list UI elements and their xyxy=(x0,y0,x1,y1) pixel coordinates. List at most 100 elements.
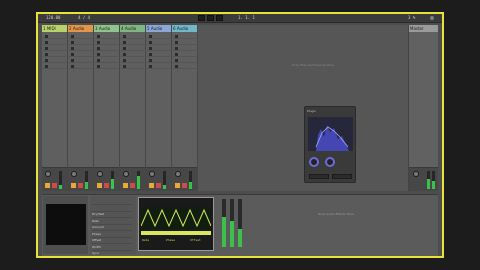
arm-button[interactable] xyxy=(104,183,109,188)
device-param-row[interactable]: Amount xyxy=(92,213,132,229)
track-name[interactable]: 1 MIDI xyxy=(42,25,67,32)
instrument-device[interactable] xyxy=(43,196,88,254)
lfo-device[interactable]: Rate Phase Offset xyxy=(138,197,214,251)
master-volume-knob[interactable] xyxy=(413,171,419,177)
clip-launch-icon[interactable] xyxy=(175,65,178,68)
clip-launch-icon[interactable] xyxy=(149,59,152,62)
clip-slot[interactable] xyxy=(121,64,144,69)
clip-launch-icon[interactable] xyxy=(149,35,152,38)
clip-slot[interactable] xyxy=(95,52,118,57)
arm-button[interactable] xyxy=(78,183,83,188)
plugin-knob-2[interactable] xyxy=(325,157,335,167)
clip-slot[interactable] xyxy=(43,46,66,51)
plugin-param-field-2[interactable] xyxy=(332,174,352,179)
clip-slot[interactable] xyxy=(43,58,66,63)
clip-slot[interactable] xyxy=(173,46,196,51)
clip-launch-icon[interactable] xyxy=(175,41,178,44)
clip-launch-icon[interactable] xyxy=(45,41,48,44)
clip-slot[interactable] xyxy=(173,40,196,45)
plugin-knob[interactable] xyxy=(309,157,319,167)
clip-launch-icon[interactable] xyxy=(175,59,178,62)
clip-slot[interactable] xyxy=(69,46,92,51)
clip-slot[interactable] xyxy=(95,46,118,51)
arm-button[interactable] xyxy=(52,183,57,188)
clip-slot[interactable] xyxy=(69,40,92,45)
pan-knob[interactable] xyxy=(97,171,103,177)
clip-slot[interactable] xyxy=(173,52,196,57)
arm-button[interactable] xyxy=(130,183,135,188)
clip-slot[interactable] xyxy=(147,52,170,57)
solo-button[interactable] xyxy=(97,183,102,188)
clip-slot[interactable] xyxy=(173,58,196,63)
solo-button[interactable] xyxy=(45,183,50,188)
clip-slot[interactable] xyxy=(147,46,170,51)
clip-launch-icon[interactable] xyxy=(45,53,48,56)
pan-knob[interactable] xyxy=(149,171,155,177)
clip-launch-icon[interactable] xyxy=(71,59,74,62)
clip-slot[interactable] xyxy=(173,34,196,39)
clip-slot[interactable] xyxy=(173,64,196,69)
device-param-row[interactable]: Rate xyxy=(92,207,132,223)
clip-slot[interactable] xyxy=(121,40,144,45)
clip-launch-icon[interactable] xyxy=(123,53,126,56)
arm-button[interactable] xyxy=(156,183,161,188)
arm-button[interactable] xyxy=(182,183,187,188)
clip-launch-icon[interactable] xyxy=(97,41,100,44)
clip-launch-icon[interactable] xyxy=(45,59,48,62)
solo-button[interactable] xyxy=(71,183,76,188)
clip-slot[interactable] xyxy=(147,34,170,39)
clip-launch-icon[interactable] xyxy=(123,41,126,44)
solo-button[interactable] xyxy=(175,183,180,188)
pan-knob[interactable] xyxy=(175,171,181,177)
device-param-row[interactable]: Width xyxy=(92,233,132,249)
clip-slot[interactable] xyxy=(43,34,66,39)
track-name[interactable]: 4 Audio xyxy=(120,25,145,32)
plugin-window[interactable]: Plugin xyxy=(304,106,356,183)
clip-launch-icon[interactable] xyxy=(97,59,100,62)
device-param-row[interactable]: Hold xyxy=(92,246,132,251)
clip-launch-icon[interactable] xyxy=(97,53,100,56)
pan-knob[interactable] xyxy=(45,171,51,177)
clip-slot[interactable] xyxy=(121,34,144,39)
track-name[interactable]: 2 Audio xyxy=(68,25,93,32)
clip-launch-icon[interactable] xyxy=(175,35,178,38)
clip-launch-icon[interactable] xyxy=(149,53,152,56)
clip-slot[interactable] xyxy=(147,58,170,63)
clip-slot[interactable] xyxy=(43,52,66,57)
device-param-row[interactable]: Offset xyxy=(92,226,132,242)
tempo-display[interactable]: 120.00 xyxy=(46,15,60,20)
clip-slot[interactable] xyxy=(121,58,144,63)
clip-launch-icon[interactable] xyxy=(97,35,100,38)
clip-launch-icon[interactable] xyxy=(175,47,178,50)
clip-slot[interactable] xyxy=(147,40,170,45)
clip-slot[interactable] xyxy=(95,34,118,39)
song-position[interactable]: 1. 1. 1 xyxy=(238,15,255,20)
clip-launch-icon[interactable] xyxy=(71,47,74,50)
time-signature[interactable]: 4 / 4 xyxy=(78,15,90,20)
play-button[interactable] xyxy=(198,15,205,21)
track-name[interactable]: 6 Audio xyxy=(172,25,197,32)
pan-knob[interactable] xyxy=(71,171,77,177)
clip-slot[interactable] xyxy=(121,46,144,51)
clip-launch-icon[interactable] xyxy=(97,65,100,68)
clip-launch-icon[interactable] xyxy=(149,65,152,68)
clip-launch-icon[interactable] xyxy=(45,47,48,50)
plugin-param-field[interactable] xyxy=(309,174,329,179)
clip-slot[interactable] xyxy=(95,40,118,45)
clip-slot[interactable] xyxy=(43,64,66,69)
record-button[interactable] xyxy=(216,15,223,21)
clip-slot[interactable] xyxy=(69,34,92,39)
clip-launch-icon[interactable] xyxy=(97,47,100,50)
track-name[interactable]: 5 Audio xyxy=(146,25,171,32)
clip-launch-icon[interactable] xyxy=(45,35,48,38)
clip-launch-icon[interactable] xyxy=(123,59,126,62)
clip-launch-icon[interactable] xyxy=(123,47,126,50)
clip-launch-icon[interactable] xyxy=(149,41,152,44)
track-name[interactable]: 3 Audio xyxy=(94,25,119,32)
clip-launch-icon[interactable] xyxy=(71,65,74,68)
clip-slot[interactable] xyxy=(95,64,118,69)
clip-launch-icon[interactable] xyxy=(123,35,126,38)
clip-launch-icon[interactable] xyxy=(123,65,126,68)
clip-launch-icon[interactable] xyxy=(71,35,74,38)
solo-button[interactable] xyxy=(149,183,154,188)
